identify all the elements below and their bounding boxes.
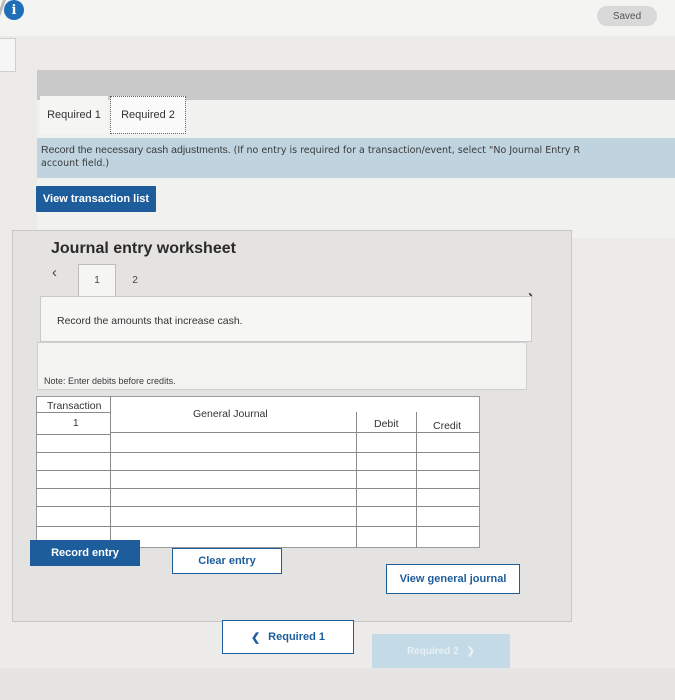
chevron-left-icon: ❮ bbox=[250, 631, 261, 644]
next-required-2-button: Required 2 ❯ bbox=[372, 634, 510, 668]
instruction-banner: Record the necessary cash adjustments. (… bbox=[37, 138, 675, 178]
transaction-number: 1 bbox=[73, 418, 79, 429]
page-footer bbox=[0, 668, 675, 700]
view-general-journal-button[interactable]: View general journal bbox=[386, 564, 520, 594]
table-divider bbox=[36, 526, 480, 527]
chevron-right-icon: ❯ bbox=[466, 645, 476, 657]
worksheet-description: Record the amounts that increase cash. bbox=[40, 296, 532, 342]
chevron-left-icon[interactable]: ‹ bbox=[52, 264, 57, 281]
instruction-paren: (If no entry is required for a transacti… bbox=[233, 145, 581, 156]
credit-cell[interactable] bbox=[418, 454, 478, 469]
tab-required-1[interactable]: Required 1 bbox=[40, 96, 108, 134]
header-transaction: Transaction bbox=[47, 400, 102, 412]
table-divider bbox=[36, 470, 480, 471]
next-button-label: Required 2 bbox=[406, 645, 459, 657]
debit-cell[interactable] bbox=[358, 434, 414, 451]
table-divider bbox=[36, 434, 110, 435]
table-divider bbox=[36, 506, 480, 507]
header-debit: Debit bbox=[374, 418, 399, 430]
table-divider bbox=[36, 452, 480, 453]
general-journal-cell[interactable] bbox=[112, 454, 354, 469]
side-panel-tab[interactable] bbox=[0, 38, 16, 72]
instruction-main: Record the necessary cash adjustments. bbox=[41, 144, 231, 156]
table-divider bbox=[36, 412, 110, 413]
worksheet-title: Journal entry worksheet bbox=[51, 240, 236, 257]
worksheet-tab-1[interactable]: 1 bbox=[78, 264, 116, 296]
table-divider bbox=[110, 432, 480, 433]
general-journal-cell[interactable] bbox=[112, 434, 354, 451]
table-divider bbox=[110, 396, 111, 548]
tab-required-2[interactable]: Required 2 bbox=[110, 96, 186, 134]
note-text: Note: Enter debits before credits. bbox=[44, 376, 176, 386]
description-text: Record the amounts that increase cash. bbox=[57, 315, 243, 327]
worksheet-tab-2[interactable]: 2 bbox=[118, 264, 152, 296]
debit-cell[interactable] bbox=[358, 454, 414, 469]
info-icon[interactable]: i bbox=[4, 0, 24, 20]
record-entry-button[interactable]: Record entry bbox=[30, 540, 140, 566]
view-transaction-list-button[interactable]: View transaction list bbox=[36, 186, 156, 212]
header-general-journal: General Journal bbox=[193, 408, 268, 420]
table-divider bbox=[36, 488, 480, 489]
instruction-line2: account field.) bbox=[41, 158, 110, 169]
saved-status-badge: Saved bbox=[597, 6, 657, 26]
clear-entry-button[interactable]: Clear entry bbox=[172, 548, 282, 574]
table-divider bbox=[416, 412, 417, 548]
credit-cell[interactable] bbox=[418, 434, 478, 451]
top-bar bbox=[0, 0, 675, 36]
table-divider bbox=[356, 412, 357, 548]
prev-button-label: Required 1 bbox=[268, 631, 326, 643]
header-credit: Credit bbox=[433, 420, 462, 432]
prev-required-1-button[interactable]: ❮ Required 1 bbox=[222, 620, 354, 654]
